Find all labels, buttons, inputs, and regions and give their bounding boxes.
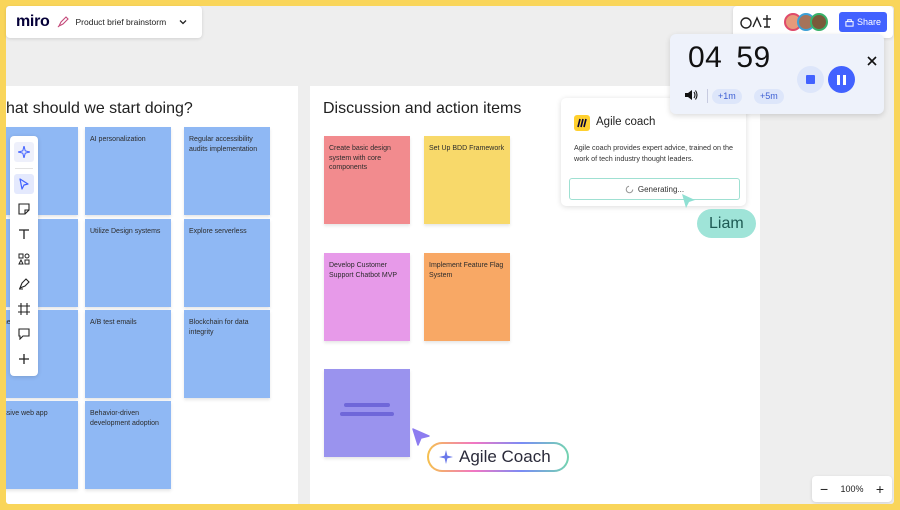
reactions-icon[interactable] (739, 13, 773, 31)
add-more-tools[interactable] (14, 349, 34, 369)
sticky-text: Regular accessibility audits implementat… (189, 136, 258, 153)
zoom-out-button[interactable]: − (820, 481, 828, 497)
collaborator-cursor-label: Liam (697, 209, 756, 238)
ai-sparkle-tool[interactable] (14, 142, 34, 162)
sticky-text: Implement Feature Flag System (429, 262, 504, 279)
spinner-icon (625, 185, 634, 193)
coach-title: Agile coach (596, 116, 656, 128)
generating-status: Generating... (569, 178, 740, 200)
creation-toolbar (10, 136, 38, 376)
zoom-level: 100% (840, 484, 864, 494)
sticky-note[interactable]: Develop Customer Support Chatbot MVP (324, 253, 410, 341)
sticky-text: Explore serverless (189, 228, 247, 235)
sticky-text: Utilize Design systems (90, 228, 161, 235)
sticky-note-icon (18, 203, 30, 215)
rocket-icon (58, 16, 70, 28)
sticky-text: Behavior-driven development adoption (90, 410, 159, 427)
sticky-note[interactable]: Regular accessibility audits implementat… (184, 127, 270, 215)
sticky-text: Set Up BDD Framework (429, 145, 505, 152)
avatar-stack[interactable] (783, 13, 828, 31)
sticky-text: Develop Customer Support Chatbot MVP (329, 262, 398, 279)
select-tool[interactable] (14, 174, 34, 194)
shapes-tool[interactable] (14, 249, 34, 269)
cursor-pointer-icon (412, 428, 430, 446)
status-text: Generating... (637, 184, 685, 194)
stop-icon (806, 75, 815, 84)
liam-cursor-icon (682, 194, 695, 208)
shapes-icon (18, 253, 30, 265)
sticky-note[interactable]: ressive web app (6, 401, 78, 489)
frame-tool[interactable] (14, 299, 34, 319)
close-icon[interactable] (867, 56, 877, 66)
sticky-note-tool[interactable] (14, 199, 34, 219)
share-button[interactable]: Share (838, 12, 887, 32)
sticky-text: Create basic design system with core com… (329, 145, 391, 171)
frame-start-doing[interactable]: hat should we start doing? AI personaliz… (6, 86, 298, 504)
timer-panel: 04 59 +1m +5m (670, 34, 884, 114)
frame-icon (18, 303, 30, 315)
sticky-text: AI personalization (90, 136, 146, 143)
sticky-note-purple[interactable] (324, 369, 410, 457)
stop-timer-button[interactable] (797, 66, 824, 93)
timer-minutes: 04 (688, 41, 723, 74)
pen-icon (19, 278, 30, 290)
sticky-note[interactable]: Implement Feature Flag System (424, 253, 510, 341)
frame-title: hat should we start doing? (6, 100, 193, 117)
sticky-note[interactable]: Create basic design system with core com… (324, 136, 410, 224)
agile-coach-card[interactable]: Agile coach Agile coach provides expert … (561, 98, 746, 206)
pause-timer-button[interactable] (828, 66, 855, 93)
add-1-minute-button[interactable]: +1m (712, 89, 742, 104)
sticky-note[interactable]: Explore serverless (184, 219, 270, 307)
frame-title: Discussion and action items (323, 100, 522, 117)
avatar (809, 13, 828, 31)
board-topbar: miro Product brief brainstorm (6, 6, 202, 38)
text-icon (19, 229, 29, 239)
sticky-text: ressive web app (6, 410, 48, 417)
miro-logo-icon (574, 115, 590, 131)
volume-icon[interactable] (684, 88, 698, 102)
agile-coach-pill[interactable]: Agile Coach (427, 442, 569, 472)
zoom-control: − 100% + (812, 476, 892, 502)
zoom-in-button[interactable]: + (876, 481, 884, 497)
cursor-icon (19, 178, 29, 190)
timer-display: 04 59 (688, 41, 771, 75)
text-tool[interactable] (14, 224, 34, 244)
sparkle-icon (18, 146, 30, 158)
sticky-note[interactable]: Blockchain for data integrity (184, 310, 270, 398)
plus-icon (19, 354, 29, 364)
comment-tool[interactable] (14, 324, 34, 344)
timer-seconds: 59 (736, 41, 771, 74)
sticky-note[interactable]: AI personalization (85, 127, 171, 215)
pen-tool[interactable] (14, 274, 34, 294)
sticky-note[interactable]: Set Up BDD Framework (424, 136, 510, 224)
sparkle-icon (439, 450, 453, 464)
comment-icon (18, 328, 30, 340)
coach-description: Agile coach provides expert advice, trai… (574, 143, 734, 163)
agile-coach-label: Agile Coach (459, 447, 551, 466)
miro-logo[interactable]: miro (6, 13, 57, 31)
sticky-text: A/B test emails (90, 319, 137, 326)
chevron-down-icon[interactable] (178, 17, 188, 27)
add-5-minutes-button[interactable]: +5m (754, 89, 784, 104)
pause-icon (837, 74, 840, 85)
share-icon (845, 18, 854, 27)
sticky-text: Blockchain for data integrity (189, 319, 249, 336)
sticky-note[interactable]: Behavior-driven development adoption (85, 401, 171, 489)
sticky-note[interactable]: A/B test emails (85, 310, 171, 398)
sticky-note[interactable]: Utilize Design systems (85, 219, 171, 307)
board-name[interactable]: Product brief brainstorm (69, 17, 166, 27)
